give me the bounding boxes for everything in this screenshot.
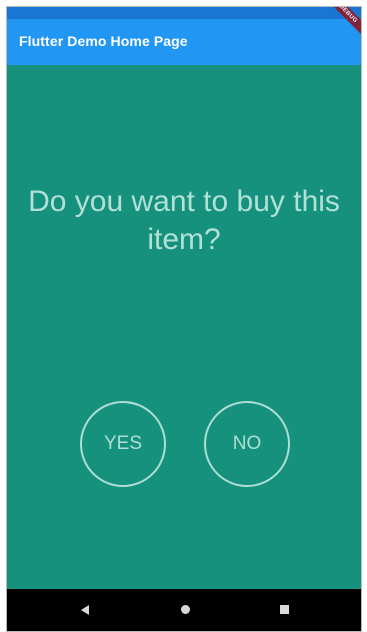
yes-button-label: YES xyxy=(103,433,143,454)
nav-recents-button[interactable] xyxy=(265,589,305,631)
no-button[interactable]: NO xyxy=(204,401,290,487)
status-bar xyxy=(7,7,361,19)
app-screen: Flutter Demo Home Page DEBUG Do you want… xyxy=(6,6,362,632)
app-bar: Flutter Demo Home Page xyxy=(7,19,361,65)
navigation-bar xyxy=(7,589,361,631)
question-text: Do you want to buy this item? xyxy=(28,185,340,256)
main-content: Do you want to buy this item? YES NO xyxy=(7,65,361,591)
home-icon xyxy=(181,605,190,614)
nav-back-button[interactable] xyxy=(66,589,106,631)
app-bar-title: Flutter Demo Home Page xyxy=(19,33,188,49)
recents-icon xyxy=(280,605,289,614)
back-icon xyxy=(81,605,89,615)
nav-home-button[interactable] xyxy=(165,589,205,631)
no-button-label: NO xyxy=(232,433,262,454)
yes-button[interactable]: YES xyxy=(80,401,166,487)
